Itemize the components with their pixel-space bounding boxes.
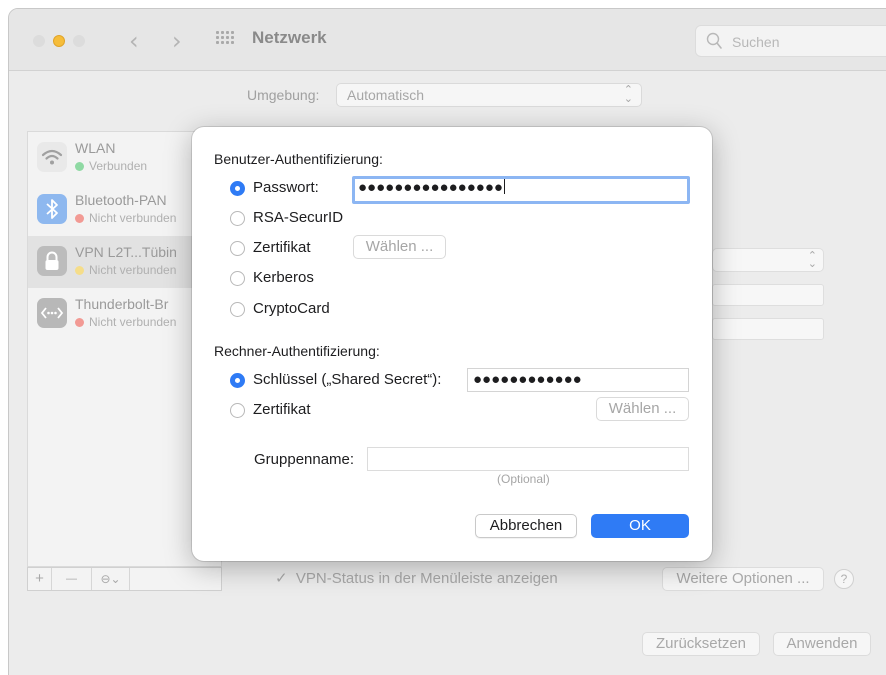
help-button[interactable]: ? [834,569,854,589]
choose-user-certificate-button[interactable]: Wählen ... [353,235,446,259]
radio-rsa-securid[interactable] [230,211,245,226]
status-dot [75,318,84,327]
radio-user-certificate-label: Zertifikat [253,239,311,256]
user-auth-heading: Benutzer-Authentifizierung: [214,151,383,167]
radio-password-label: Passwort: [253,179,319,196]
service-name: WLAN [75,140,116,156]
service-status: Nicht verbunden [75,211,176,225]
search-field[interactable]: Suchen [695,25,886,57]
radio-cryptocard[interactable] [230,302,245,317]
service-status: Verbunden [75,159,147,173]
password-input[interactable]: ●●●●●●●●●●●●●●●● [352,176,690,204]
cancel-button[interactable]: Abbrechen [475,514,577,538]
group-name-label: Gruppenname: [254,451,355,468]
service-name: Bluetooth-PAN [75,192,167,208]
radio-kerberos-label: Kerberos [253,269,314,286]
status-dot [75,214,84,223]
bluetooth-icon [37,194,67,224]
group-name-input[interactable] [367,447,689,471]
chevron-updown-icon: ⌃ ⌄ [623,84,633,105]
shared-secret-input[interactable]: ●●●●●●●●●●●● [467,368,689,392]
zoom-window-button[interactable] [73,35,85,47]
title-bar: ‹ › Netzwerk Suchen [9,9,886,71]
back-button[interactable]: ‹ [129,27,139,55]
search-placeholder: Suchen [732,34,780,50]
machine-auth-heading: Rechner-Authentifizierung: [214,343,380,359]
radio-machine-certificate-label: Zertifikat [253,401,311,418]
checkmark-icon: ✓ [275,570,288,587]
apply-button[interactable]: Anwenden [773,632,871,656]
status-dot [75,266,84,275]
chevron-updown-icon: ⌃ ⌄ [807,250,817,270]
add-service-button[interactable]: + [28,568,52,590]
location-select[interactable]: Automatisch ⌃ ⌄ [336,83,642,107]
text-caret [503,179,505,194]
wifi-icon [37,142,67,172]
server-address-field[interactable] [712,284,824,306]
radio-kerberos[interactable] [230,271,245,286]
choose-machine-certificate-button[interactable]: Wählen ... [596,397,689,421]
ok-button[interactable]: OK [591,514,689,538]
service-status: Nicht verbunden [75,315,176,329]
service-list-toolbar: + — ⊖⌄ [27,567,222,591]
shared-secret-value: ●●●●●●●●●●●● [473,371,582,388]
radio-rsa-securid-label: RSA-SecurID [253,209,344,226]
radio-machine-certificate[interactable] [230,403,245,418]
service-name: VPN L2T...Tübin [75,244,177,260]
radio-cryptocard-label: CryptoCard [253,300,330,317]
search-icon [706,32,722,49]
location-value: Automatisch [347,87,425,103]
service-name: Thunderbolt-Br [75,296,169,312]
advanced-options-button[interactable]: Weitere Optionen ... [662,567,824,591]
vpn-status-checkbox[interactable]: ✓ VPN-Status in der Menüleiste anzeigen [275,569,558,587]
show-all-grid-icon[interactable] [216,31,236,47]
window-title: Netzwerk [252,28,327,47]
lock-icon [37,246,67,276]
authentication-dialog: Benutzer-Authentifizierung: Passwort: ●●… [192,127,712,561]
revert-button[interactable]: Zurücksetzen [642,632,760,656]
action-menu-button[interactable]: ⊖⌄ [92,568,130,590]
optional-hint: (Optional) [497,472,550,486]
status-dot [75,162,84,171]
remove-service-button[interactable]: — [52,568,92,590]
account-name-field[interactable] [712,318,824,340]
radio-password[interactable] [230,181,245,196]
radio-shared-secret-label: Schlüssel („Shared Secret“): [253,371,442,388]
configuration-select[interactable]: ⌃ ⌄ [712,248,824,272]
close-window-button[interactable] [33,35,45,47]
radio-user-certificate[interactable] [230,241,245,256]
forward-button[interactable]: › [172,27,182,55]
radio-shared-secret[interactable] [230,373,245,388]
password-value: ●●●●●●●●●●●●●●●● [358,179,503,196]
minimize-window-button[interactable] [53,35,65,47]
location-label: Umgebung: [247,87,320,103]
service-status: Nicht verbunden [75,263,176,277]
thunderbolt-bridge-icon [37,298,67,328]
